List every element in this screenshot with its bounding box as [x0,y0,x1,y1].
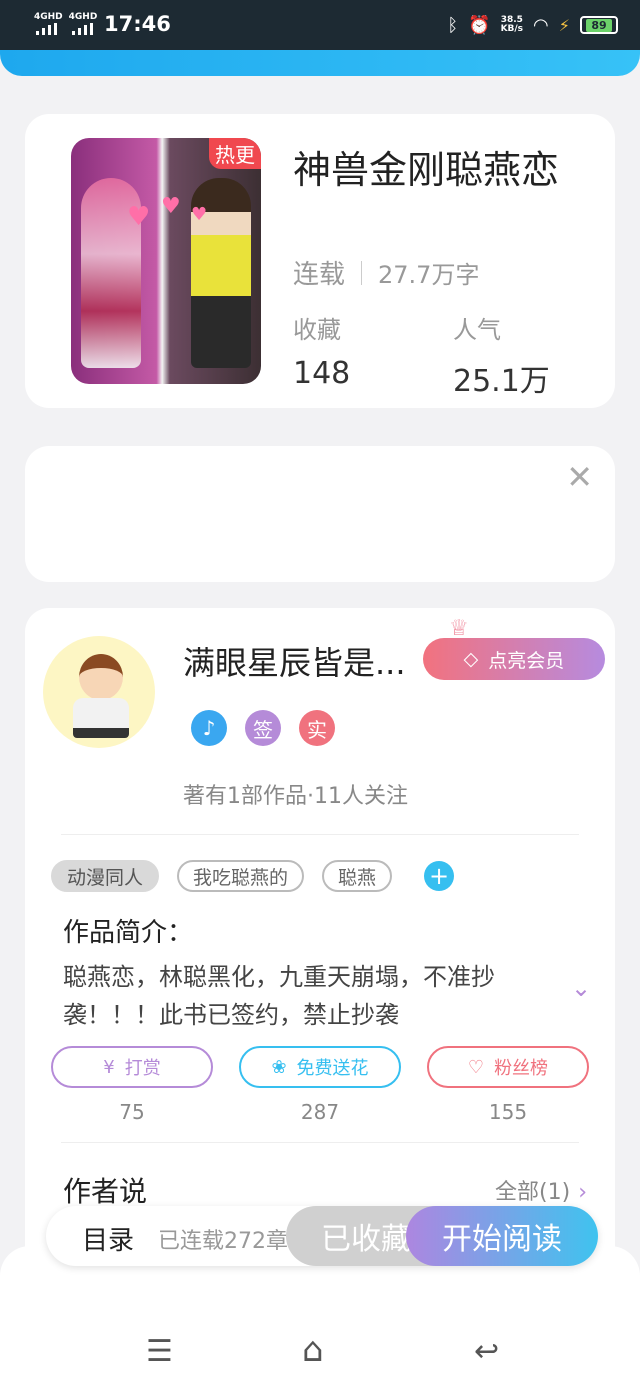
back-icon[interactable]: ↩ [474,1334,499,1369]
start-reading-button[interactable]: 开始阅读 [406,1206,598,1266]
close-icon[interactable]: ✕ [566,458,593,496]
chevron-down-icon[interactable]: ⌄ [571,974,591,1002]
author-avatar[interactable] [43,636,155,748]
yen-icon: ¥ [103,1056,115,1078]
signal-icon [36,23,62,35]
diamond-icon: ◇ [463,648,479,670]
menu-icon[interactable]: ☰ [146,1334,173,1369]
serial-status: 连载 [293,260,346,290]
toc-button[interactable]: 目录 [82,1220,134,1257]
network-label-2: 4GHD [68,12,98,22]
speed-unit: KB/s [500,24,524,34]
word-count: 27.7万字 [378,261,480,289]
hot-update-badge: 热更 [209,138,261,169]
popularity-label: 人气 [453,316,501,344]
favorites-label: 收藏 [293,316,341,344]
tag-item[interactable]: 聪燕 [322,860,393,892]
tip-count: 75 [119,1100,145,1124]
divider [61,1142,579,1143]
vip-button-label: 点亮会员 [488,649,565,672]
fan-count: 155 [488,1100,528,1124]
bottom-action-bar: 目录 已连载272章 已收藏 开始阅读 [46,1206,598,1266]
send-flower-button[interactable]: ❀ 免费送花 [239,1046,401,1088]
status-bar: 4GHD 4GHD 17:46 ᛒ ⏰ 38.5 KB/s ◠ ⚡ 89 [0,0,640,50]
avatar-head [79,654,123,700]
author-says-title: 作者说 [63,1175,148,1208]
favorites-count: 148 [293,356,351,391]
intro-title: 作品简介： [63,918,194,948]
divider [61,834,579,835]
author-says-all-link[interactable]: 全部(1) › [495,1174,587,1206]
intro-text: 聪燕恋，林聪黑化，九重天崩塌，不准抄袭！！！此书已签约，禁止抄袭 [63,963,495,1029]
network-speed: 38.5 KB/s [501,16,523,34]
heart-icon: ♥ [191,204,208,225]
battery-level: 89 [586,18,612,32]
user-heart-icon: ♡ [467,1056,485,1078]
book-title: 神兽金刚聪燕恋 [293,148,560,192]
ad-banner: ✕ [25,446,615,582]
author-meta: 著有1部作品·11人关注 [183,784,408,809]
network-label-1: 4GHD [34,12,63,22]
fan-ranking-button[interactable]: ♡ 粉丝榜 [427,1046,589,1088]
add-tag-icon[interactable]: + [424,861,455,891]
bluetooth-icon: ᛒ [447,14,459,36]
book-cover[interactable]: ♥ ♥ ♥ 热更 [71,138,261,384]
signal-icon [72,23,98,35]
author-says-all-label: 全部(1) [495,1180,571,1205]
divider [361,260,363,285]
fan-ranking-label: 粉丝榜 [494,1058,549,1079]
popularity-count: 25.1万 [453,364,550,399]
tip-button[interactable]: ¥ 打赏 [51,1046,213,1088]
tag-item[interactable]: 动漫同人 [51,860,160,892]
charging-icon: ⚡ [558,15,570,35]
verified-badge: 实 [299,710,335,746]
wifi-icon: ◠ [533,14,549,36]
heart-icon: ♥ [127,202,151,232]
heart-icon: ♥ [161,194,181,219]
network-indicator: 4GHD 4GHD [34,12,103,22]
clock: 17:46 [104,12,171,36]
signed-badge: 签 [245,710,281,746]
avatar-body [73,698,129,738]
home-icon[interactable]: ⌂ [302,1330,324,1370]
tag-item[interactable]: 我吃聪燕的 [177,860,305,892]
book-info-card: ♥ ♥ ♥ 热更 神兽金刚聪燕恋 连载 27.7万字 收藏 人气 148 25.… [25,114,615,408]
battery-icon: 89 [580,16,618,34]
tip-label: 打赏 [124,1058,161,1079]
alarm-icon: ⏰ [468,14,491,36]
author-name[interactable]: 满眼星辰皆是... [183,638,406,684]
tag-list: 动漫同人 我吃聪燕的 聪燕 + [51,860,455,892]
flower-icon: ❀ [271,1056,287,1078]
system-nav-bar: ☰ ⌂ ↩ [0,1246,640,1387]
music-badge-icon: ♪ [191,710,227,746]
status-icons: ᛒ ⏰ 38.5 KB/s ◠ ⚡ 89 [447,10,618,40]
book-status-row: 连载 27.7万字 [293,254,479,291]
author-badges: ♪ 签 实 [191,710,335,746]
flower-count: 287 [300,1100,340,1124]
vip-button[interactable]: ◇ 点亮会员 [423,638,605,680]
send-flower-label: 免费送花 [296,1058,369,1079]
chevron-right-icon: › [578,1180,587,1205]
